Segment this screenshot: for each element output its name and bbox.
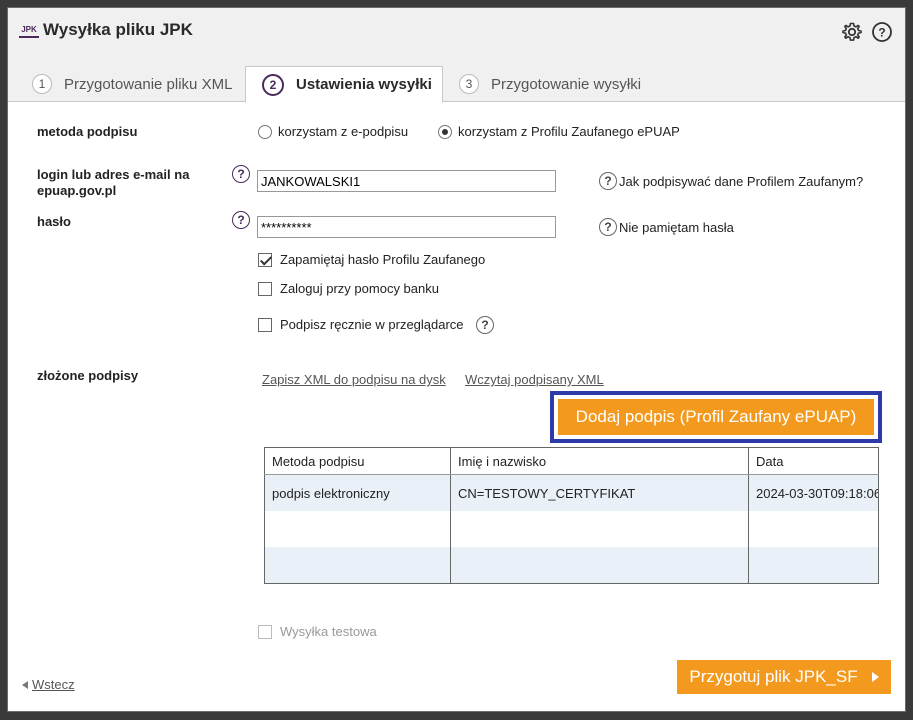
table-cell: podpis elektroniczny (264, 474, 451, 511)
back-label: Wstecz (32, 677, 75, 692)
svg-text:?: ? (878, 26, 885, 40)
svg-text:JPK: JPK (21, 25, 37, 34)
tab-label: Ustawienia wysyłki (296, 76, 432, 93)
test-send-checkbox: Wysyłka testowa (258, 624, 377, 639)
add-signature-highlight: Dodaj podpis (Profil Zaufany ePUAP) (550, 391, 882, 443)
manual-sign-checkbox[interactable]: Podpisz ręcznie w przeglądarce (258, 317, 464, 332)
radio-trusted-profile[interactable]: korzystam z Profilu Zaufanego ePUAP (438, 124, 680, 139)
checkbox-label: Zaloguj przy pomocy banku (280, 281, 439, 296)
table-header-row: Metoda podpisu Imię i nazwisko Data (264, 447, 879, 475)
checkbox-label: Zapamiętaj hasło Profilu Zaufanego (280, 252, 486, 267)
prepare-jpk-button[interactable]: Przygotuj plik JPK_SF (677, 660, 891, 694)
gear-icon[interactable] (840, 20, 864, 44)
forgot-password-link[interactable]: ? Nie pamiętam hasła (599, 218, 734, 236)
password-input[interactable] (257, 216, 556, 238)
save-xml-link[interactable]: Zapisz XML do podpisu na dysk (262, 372, 446, 387)
tab-number: 1 (32, 74, 52, 94)
checkbox[interactable] (258, 281, 272, 296)
column-header[interactable]: Metoda podpisu (264, 447, 451, 475)
tab-prepare-xml[interactable]: 1 Przygotowanie pliku XML (32, 66, 232, 102)
trusted-profile-help-link[interactable]: ? Jak podpisywać dane Profilem Zaufanym? (599, 172, 863, 190)
checkbox-disabled (258, 624, 272, 639)
signatures-table: Metoda podpisu Imię i nazwisko Data podp… (264, 447, 879, 584)
checkbox-label: Wysyłka testowa (280, 624, 377, 639)
table-row-empty (264, 511, 879, 547)
remember-password-checkbox[interactable]: Zapamiętaj hasło Profilu Zaufanego (258, 252, 485, 267)
signature-method-label: metoda podpisu (37, 124, 138, 139)
login-help-icon[interactable]: ? (232, 165, 250, 183)
jpk-dialog: JPK Wysyłka pliku JPK ? 1 Przygotowanie … (7, 7, 906, 712)
password-help-icon[interactable]: ? (232, 211, 250, 229)
radio-button-selected[interactable] (438, 124, 452, 139)
login-label: login lub adres e-mail na epuap.gov.pl (37, 167, 190, 198)
checkbox-label: Podpisz ręcznie w przeglądarce (280, 317, 464, 332)
triangle-left-icon (22, 680, 28, 689)
hint-text: Nie pamiętam hasła (619, 219, 734, 235)
add-signature-button[interactable]: Dodaj podpis (Profil Zaufany ePUAP) (558, 399, 874, 435)
tab-number: 3 (459, 74, 479, 94)
back-link[interactable]: Wstecz (22, 677, 75, 692)
login-input[interactable] (257, 170, 556, 192)
radio-e-signature[interactable]: korzystam z e-podpisu (258, 124, 408, 139)
bank-login-checkbox[interactable]: Zaloguj przy pomocy banku (258, 281, 439, 296)
password-label: hasło (37, 214, 71, 229)
tab-bar: 1 Przygotowanie pliku XML 2 Ustawienia w… (8, 56, 905, 103)
next-label: Przygotuj plik JPK_SF (689, 667, 858, 686)
tab-label: Przygotowanie wysyłki (491, 75, 642, 93)
title-bar: JPK Wysyłka pliku JPK ? (8, 8, 905, 56)
table-row-empty (264, 547, 879, 584)
column-header[interactable]: Imię i nazwisko (450, 447, 749, 475)
checkbox-checked[interactable] (258, 252, 272, 267)
manual-sign-help-icon[interactable]: ? (476, 316, 494, 334)
triangle-right-icon (871, 672, 879, 682)
column-header[interactable]: Data (748, 447, 879, 475)
signatures-label: złożone podpisy (37, 368, 139, 383)
table-cell: 2024-03-30T09:18:06 (748, 474, 879, 511)
tab-send-settings[interactable]: 2 Ustawienia wysyłki (245, 66, 443, 103)
load-signed-xml-link[interactable]: Wczytaj podpisany XML (465, 372, 604, 387)
question-icon: ? (599, 218, 617, 236)
help-icon[interactable]: ? (870, 20, 894, 44)
radio-label: korzystam z Profilu Zaufanego ePUAP (458, 124, 680, 139)
tab-label: Przygotowanie pliku XML (64, 75, 233, 93)
tab-prepare-send[interactable]: 3 Przygotowanie wysyłki (459, 66, 641, 102)
table-cell: CN=TESTOWY_CERTYFIKAT (450, 474, 749, 511)
tab-number: 2 (262, 73, 284, 96)
radio-button[interactable] (258, 124, 272, 139)
window-title: Wysyłka pliku JPK (43, 20, 193, 39)
hint-text: Jak podpisywać dane Profilem Zaufanym? (619, 173, 864, 189)
checkbox[interactable] (258, 317, 272, 332)
table-row[interactable]: podpis elektroniczny CN=TESTOWY_CERTYFIK… (264, 474, 879, 511)
radio-label: korzystam z e-podpisu (278, 124, 409, 139)
question-icon: ? (599, 172, 617, 190)
jpk-logo-icon: JPK (19, 25, 39, 38)
